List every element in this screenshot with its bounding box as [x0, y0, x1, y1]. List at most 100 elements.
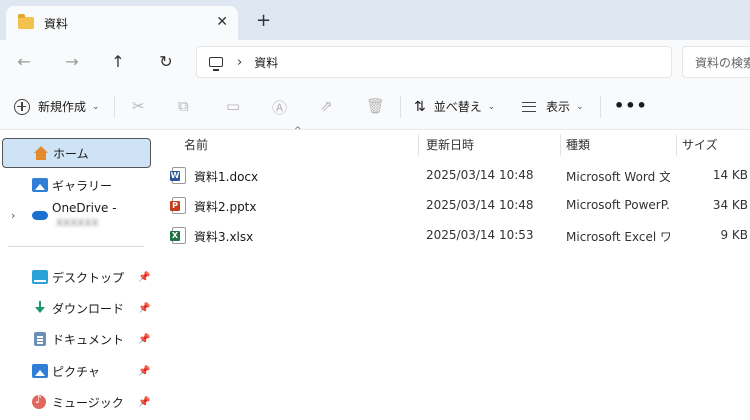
- more-options-button[interactable]: •••: [614, 96, 648, 115]
- rename-icon[interactable]: Ⓐ: [272, 97, 287, 118]
- word-badge: W: [170, 171, 180, 181]
- onedrive-cloud-icon: [32, 211, 48, 220]
- view-list-icon: [522, 101, 536, 112]
- delete-icon[interactable]: 🗑: [366, 97, 385, 115]
- view-button-label: 表示: [546, 100, 571, 114]
- toolbar-divider: [400, 96, 401, 118]
- column-header-date[interactable]: 更新日時: [426, 130, 474, 158]
- pin-icon[interactable]: 📌: [138, 272, 150, 283]
- sidebar-item-downloads[interactable]: ダウンロード 📌: [0, 293, 152, 323]
- navigation-pane: ホーム ギャラリー › OneDrive -xxxxxx デスクトップ 📌 ダウ…: [0, 130, 152, 420]
- powerpoint-badge: P: [170, 201, 180, 211]
- file-date: 2025/03/14 10:48: [426, 168, 534, 182]
- expand-chevron-icon[interactable]: ›: [11, 209, 15, 222]
- paste-icon[interactable]: ▭: [226, 97, 240, 115]
- toolbar-divider: [114, 96, 115, 118]
- view-button[interactable]: 表示 ⌄: [522, 98, 584, 115]
- new-button-label: 新規作成: [38, 100, 87, 114]
- gallery-icon: [32, 178, 48, 192]
- download-icon: [32, 301, 48, 315]
- file-size: 9 KB: [720, 228, 748, 242]
- sidebar-item-home[interactable]: ホーム: [2, 138, 151, 168]
- close-tab-button[interactable]: ✕: [216, 14, 228, 30]
- copy-icon[interactable]: ⧉: [178, 97, 189, 115]
- sidebar-divider: [8, 246, 144, 247]
- chevron-down-icon: ⌄: [487, 101, 496, 112]
- file-date: 2025/03/14 10:53: [426, 228, 534, 242]
- share-icon[interactable]: ⇗: [320, 97, 333, 115]
- table-row[interactable]: W 資料1.docx 2025/03/14 10:48 Microsoft Wo…: [160, 160, 750, 190]
- column-header-size[interactable]: サイズ: [682, 130, 718, 158]
- column-divider[interactable]: [676, 134, 677, 156]
- sort-button-label: 並べ替え: [433, 100, 482, 114]
- sidebar-item-label: ギャラリー: [52, 178, 113, 193]
- refresh-button[interactable]: ↻: [156, 52, 176, 71]
- file-list: ^ 名前 更新日時 種類 サイズ W 資料1.docx 2025/03/14 1…: [160, 126, 750, 420]
- file-type: Microsoft Excel ワ...: [566, 230, 670, 244]
- cut-icon[interactable]: ✂: [132, 97, 145, 115]
- this-pc-icon[interactable]: [209, 57, 223, 71]
- sidebar-item-label: ミュージック: [52, 395, 124, 410]
- pin-icon[interactable]: 📌: [138, 397, 150, 408]
- documents-icon: [34, 332, 46, 346]
- sidebar-item-music[interactable]: ミュージック 📌: [0, 387, 152, 417]
- folder-icon: [18, 14, 34, 29]
- file-type: Microsoft Word 文...: [566, 170, 670, 184]
- new-button[interactable]: 新規作成 ⌄: [14, 98, 100, 115]
- chevron-down-icon: ⌄: [576, 101, 584, 112]
- up-button[interactable]: ↑: [108, 52, 128, 71]
- file-name: 資料1.docx: [194, 170, 259, 184]
- plus-circle-icon: [14, 98, 30, 115]
- chevron-down-icon: ⌄: [92, 101, 100, 112]
- sidebar-item-label: ホーム: [53, 146, 89, 161]
- column-divider[interactable]: [560, 134, 561, 156]
- pin-icon[interactable]: 📌: [138, 303, 150, 314]
- pin-icon[interactable]: 📌: [138, 366, 150, 377]
- sidebar-item-label: ダウンロード: [52, 301, 125, 316]
- file-date: 2025/03/14 10:48: [426, 198, 534, 212]
- file-name: 資料2.pptx: [194, 200, 257, 214]
- table-row[interactable]: P 資料2.pptx 2025/03/14 10:48 Microsoft Po…: [160, 190, 750, 220]
- breadcrumb-chevron-icon[interactable]: ›: [237, 55, 242, 70]
- home-icon: [33, 146, 49, 160]
- sort-caret-icon: ^: [294, 126, 302, 136]
- column-header-type[interactable]: 種類: [566, 130, 590, 158]
- file-name: 資料3.xlsx: [194, 230, 254, 244]
- file-size: 34 KB: [712, 198, 748, 212]
- sidebar-item-gallery[interactable]: ギャラリー: [0, 170, 152, 200]
- excel-badge: X: [170, 231, 180, 241]
- column-divider[interactable]: [418, 134, 419, 156]
- address-bar[interactable]: › 資料: [196, 46, 672, 78]
- file-type: Microsoft PowerP...: [566, 198, 670, 212]
- sidebar-item-label: デスクトップ: [52, 270, 125, 285]
- sort-button[interactable]: ⇅ 並べ替え ⌄: [414, 98, 495, 115]
- sidebar-item-label: ピクチャ: [52, 364, 100, 379]
- command-bar: 新規作成 ⌄ ✂ ⧉ ▭ Ⓐ ⇗ 🗑 ⇅ 並べ替え ⌄ 表示 ⌄ •••: [0, 84, 750, 130]
- file-size: 14 KB: [712, 168, 748, 182]
- navigation-bar: ← → ↑ ↻ › 資料 資料の検索: [0, 40, 750, 84]
- music-icon: [32, 393, 46, 409]
- search-input[interactable]: 資料の検索: [682, 46, 750, 78]
- tab-shiryo[interactable]: 資料 ✕: [6, 6, 238, 40]
- column-header-name[interactable]: 名前: [184, 130, 208, 158]
- word-file-icon: W: [170, 167, 186, 184]
- forward-button[interactable]: →: [62, 52, 82, 71]
- tab-title: 資料: [44, 16, 69, 31]
- sidebar-item-label: OneDrive -xxxxxx: [52, 201, 117, 229]
- sidebar-item-desktop[interactable]: デスクトップ 📌: [0, 262, 152, 292]
- pictures-icon: [32, 364, 48, 378]
- sidebar-item-documents[interactable]: ドキュメント 📌: [0, 324, 152, 354]
- pin-icon[interactable]: 📌: [138, 334, 150, 345]
- back-button[interactable]: ←: [14, 52, 34, 71]
- sidebar-item-onedrive[interactable]: › OneDrive -xxxxxx: [0, 200, 152, 230]
- table-row[interactable]: X 資料3.xlsx 2025/03/14 10:53 Microsoft Ex…: [160, 220, 750, 250]
- powerpoint-file-icon: P: [170, 197, 186, 214]
- redacted-account-name: xxxxxx: [56, 215, 99, 229]
- sidebar-item-label: ドキュメント: [52, 332, 125, 347]
- new-tab-button[interactable]: +: [256, 10, 271, 31]
- sort-arrows-icon: ⇅: [414, 98, 426, 115]
- desktop-icon: [32, 270, 48, 284]
- excel-file-icon: X: [170, 227, 186, 244]
- sidebar-item-pictures[interactable]: ピクチャ 📌: [0, 356, 152, 386]
- breadcrumb-shiryo[interactable]: 資料: [254, 54, 278, 71]
